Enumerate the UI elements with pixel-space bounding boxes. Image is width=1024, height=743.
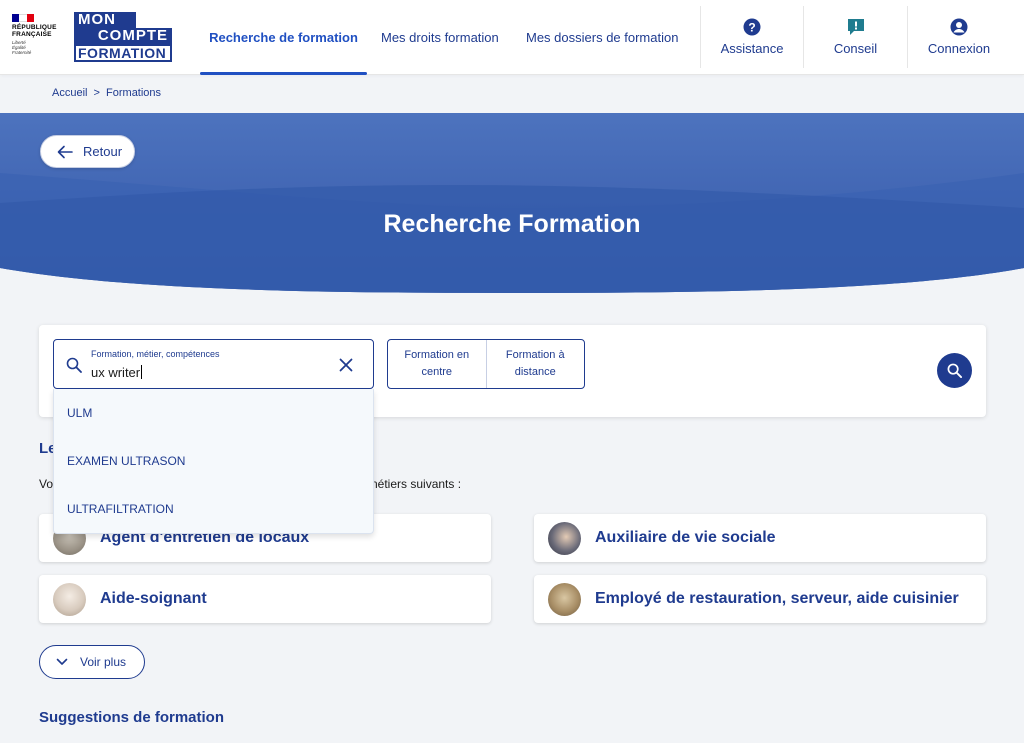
job-card[interactable]: Aide-soignant bbox=[39, 575, 491, 623]
autocomplete-option[interactable]: ULTRAFILTRATION bbox=[54, 485, 373, 533]
arrow-left-icon bbox=[57, 145, 73, 158]
gov-logo-text: RÉPUBLIQUE FRANÇAISE bbox=[12, 24, 57, 38]
mode-in-center[interactable]: Formation en centre bbox=[388, 340, 486, 388]
search-input-label: Formation, métier, compétences bbox=[91, 349, 220, 359]
chevron-down-icon bbox=[56, 658, 68, 665]
job-card[interactable]: Employé de restauration, serveur, aide c… bbox=[534, 575, 986, 623]
back-button[interactable]: Retour bbox=[40, 135, 135, 168]
search-input[interactable]: Formation, métier, compétences ux writer bbox=[53, 339, 374, 389]
user-circle-icon bbox=[950, 18, 968, 36]
nav-mes-dossiers-de-formation[interactable]: Mes dossiers de formation bbox=[526, 0, 678, 75]
conseil-button[interactable]: Conseil bbox=[803, 6, 907, 68]
republique-francaise-logo[interactable]: RÉPUBLIQUE FRANÇAISE Liberté Égalité Fra… bbox=[12, 14, 64, 60]
page-title: Recherche Formation bbox=[383, 210, 641, 238]
job-photo bbox=[548, 521, 581, 555]
search-icon bbox=[947, 363, 962, 378]
chat-alert-icon bbox=[847, 18, 865, 36]
autocomplete-option[interactable]: ULM bbox=[54, 389, 373, 437]
clear-icon[interactable] bbox=[339, 358, 353, 372]
job-card[interactable]: Auxiliaire de vie sociale bbox=[534, 514, 986, 562]
svg-text:?: ? bbox=[748, 21, 755, 35]
gov-motto: Liberté Égalité Fraternité bbox=[12, 40, 32, 55]
autocomplete-option[interactable]: EXAMEN ULTRASON bbox=[54, 437, 373, 485]
autocomplete-dropdown: ULM EXAMEN ULTRASON ULTRAFILTRATION bbox=[53, 389, 374, 534]
job-photo bbox=[548, 582, 581, 616]
search-icon bbox=[66, 357, 82, 373]
breadcrumb: Accueil > Formations bbox=[52, 87, 161, 99]
french-flag-icon bbox=[12, 14, 34, 22]
job-photo bbox=[53, 582, 86, 616]
breadcrumb-home[interactable]: Accueil bbox=[52, 87, 87, 99]
active-tab-indicator bbox=[200, 72, 367, 75]
connexion-button[interactable]: Connexion bbox=[907, 6, 1010, 68]
assistance-button[interactable]: ? Assistance bbox=[700, 6, 803, 68]
mon-compte-formation-logo[interactable]: MON COMPTE FORMATION bbox=[74, 12, 172, 62]
nav-mes-droits-formation[interactable]: Mes droits formation bbox=[381, 0, 499, 75]
search-input-value[interactable]: ux writer bbox=[91, 365, 142, 380]
hero-banner bbox=[0, 113, 1024, 293]
suggestions-heading: Suggestions de formation bbox=[39, 709, 225, 726]
nav-recherche-de-formation[interactable]: Recherche de formation bbox=[200, 0, 367, 75]
show-more-button[interactable]: Voir plus bbox=[39, 645, 145, 679]
training-mode-toggle: Formation en centre Formation à distance bbox=[387, 339, 585, 389]
breadcrumb-separator: > bbox=[93, 87, 100, 99]
site-header: RÉPUBLIQUE FRANÇAISE Liberté Égalité Fra… bbox=[0, 0, 1024, 75]
mode-distance[interactable]: Formation à distance bbox=[485, 340, 585, 388]
breadcrumb-current[interactable]: Formations bbox=[106, 87, 161, 99]
section-text-start: Vo bbox=[39, 477, 54, 491]
section-text-end: nétiers suivants : bbox=[371, 477, 462, 491]
search-submit-button[interactable] bbox=[937, 353, 972, 388]
question-circle-icon: ? bbox=[743, 18, 761, 36]
